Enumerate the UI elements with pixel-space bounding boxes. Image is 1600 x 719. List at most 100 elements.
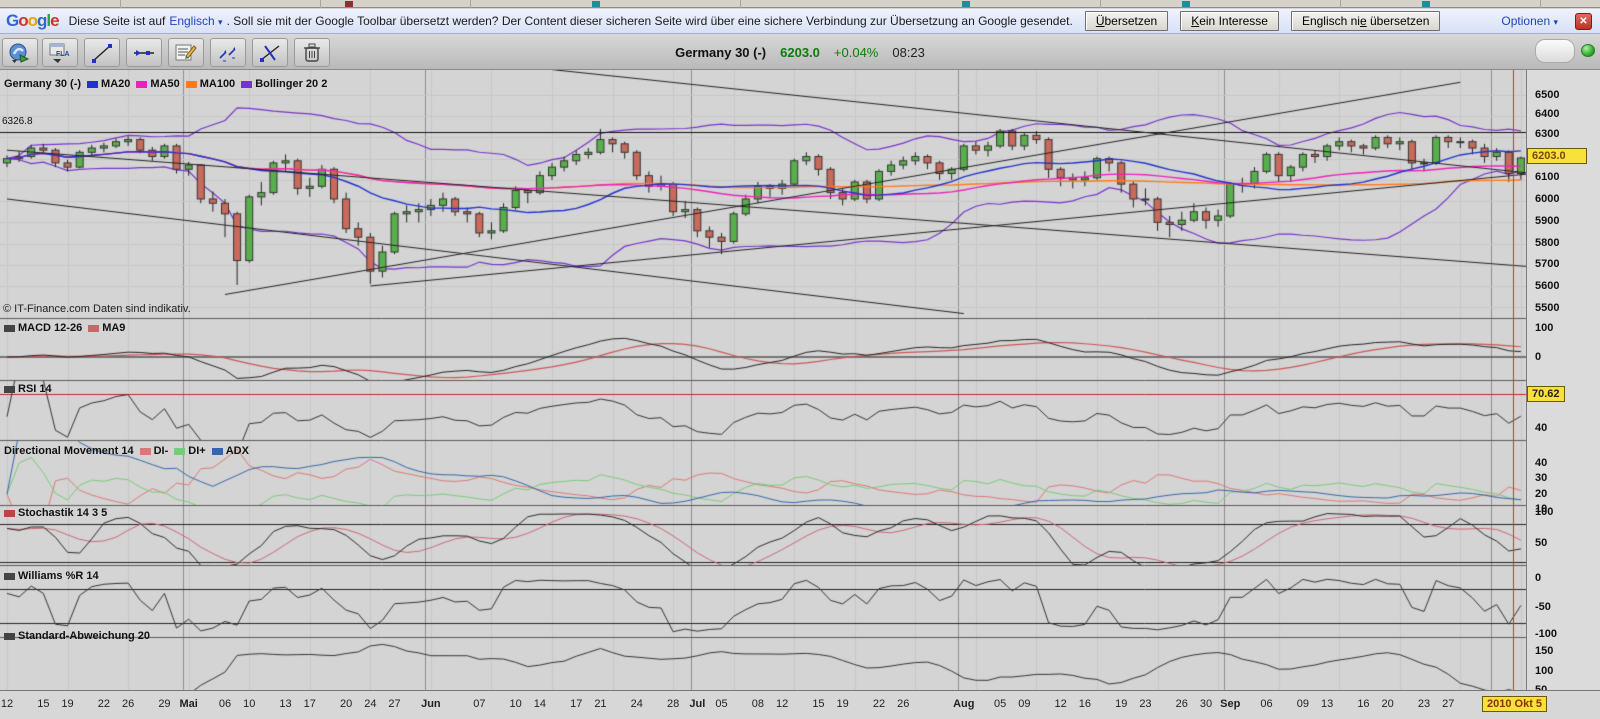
date-tick-label: 07 (473, 698, 485, 710)
axis-tick-label: 5900 (1535, 214, 1559, 228)
edit-objects-button[interactable] (168, 38, 204, 67)
price-change: +0.04% (834, 45, 878, 60)
zigzag-tool-button[interactable] (210, 38, 246, 67)
chrome-icon (345, 1, 353, 7)
legend-ma20: MA20 (87, 78, 130, 90)
legend-bollinger: Bollinger 20 2 (241, 78, 327, 90)
legend-ma50: MA50 (136, 78, 179, 90)
translate-message: . Soll sie mit der Google Toolbar überse… (227, 14, 1073, 28)
date-tick-label: 27 (1442, 698, 1454, 710)
chrome-divider (1540, 0, 1541, 8)
date-tick-label: 20 (340, 698, 352, 710)
di-minus-swatch (140, 448, 151, 455)
date-tick-label: 08 (752, 698, 764, 710)
date-tick-label: 28 (667, 698, 679, 710)
date-tick-label: 06 (219, 698, 231, 710)
stoch-panel-legend: Stochastik 14 3 5 (4, 507, 107, 519)
date-tick-label: 05 (994, 698, 1006, 710)
di-minus-label: DI- (140, 445, 169, 457)
copyright-note: © IT-Finance.com Daten sind indikativ. (3, 303, 191, 315)
current-date-badge: 2010 Okt 5 (1482, 696, 1547, 712)
axis-tick-label: 30 (1535, 471, 1547, 485)
date-tick-label: 27 (388, 698, 400, 710)
rsi-swatch (4, 386, 15, 393)
translate-button[interactable]: Übersetzen (1085, 11, 1168, 31)
date-tick-label: 22 (98, 698, 110, 710)
chrome-divider (1100, 0, 1101, 8)
axis-tick-label: 50 (1535, 536, 1547, 550)
chrome-icon (1422, 1, 1430, 7)
bollinger-swatch (241, 81, 252, 88)
never-translate-button[interactable]: Englisch nie übersetzen (1291, 11, 1440, 31)
trendline-tool-button[interactable] (84, 38, 120, 67)
axis-tick-label: 5600 (1535, 279, 1559, 293)
axis-tick-label: -50 (1535, 600, 1551, 614)
chrome-icon (592, 1, 600, 7)
edit-list-icon (173, 42, 199, 64)
ma20-swatch (87, 81, 98, 88)
date-tick-label: 26 (897, 698, 909, 710)
date-tick-label: 15 (812, 698, 824, 710)
language-dropdown[interactable]: Englisch ▾ (169, 14, 222, 28)
date-tick-label: 16 (1079, 698, 1091, 710)
di-plus-swatch (174, 448, 185, 455)
date-tick-label: 12 (776, 698, 788, 710)
axis-tick-label: 5800 (1535, 236, 1559, 250)
application-window: Google Diese Seite ist auf Englisch ▾ . … (0, 0, 1600, 719)
stddev-swatch (4, 633, 15, 640)
adx-swatch (212, 448, 223, 455)
quote-time: 08:23 (892, 45, 925, 60)
no-interest-button[interactable]: Kein Interesse (1180, 11, 1279, 31)
axis-tick-label: 20 (1535, 487, 1547, 501)
horizontal-line-tool-button[interactable] (126, 38, 162, 67)
trendline-icon (90, 42, 114, 64)
date-tick-label: 16 (1357, 698, 1369, 710)
date-tick-label: 09 (1018, 698, 1030, 710)
axis-tick-label: 0 (1535, 571, 1541, 585)
resistance-level-label: 6326.8 (2, 116, 33, 127)
date-axis[interactable]: 2010 Okt 5 121519222629Mai06101317202427… (0, 690, 1600, 719)
toolbar-slot (1535, 39, 1575, 63)
axis-tick-label: 0 (1535, 350, 1541, 364)
chrome-icon (962, 1, 970, 7)
date-tick-label: 05 (715, 698, 727, 710)
ma100-swatch (186, 81, 197, 88)
close-toolbar-button[interactable]: ✕ (1575, 13, 1592, 30)
chart-canvas[interactable] (0, 70, 1526, 690)
options-dropdown[interactable]: Optionen ▾ (1501, 14, 1558, 28)
axis-tick-label: 5700 (1535, 257, 1559, 271)
axis-tick-label: 40 (1535, 421, 1547, 435)
axis-tick-label: 150 (1535, 644, 1553, 658)
date-tick-label: 15 (37, 698, 49, 710)
price-panel-legend: Germany 30 (-) MA20 MA50 MA100 Bollinger… (4, 78, 327, 90)
axis-tick-label: 6100 (1535, 170, 1559, 184)
translate-message-prefix: Diese Seite ist auf (69, 14, 166, 28)
trash-icon (302, 42, 322, 64)
williams-title: Williams %R 14 (4, 570, 99, 582)
date-tick-label: 17 (304, 698, 316, 710)
workspace-fla-icon: FLA (47, 42, 73, 64)
axis-tick-label: 100 (1535, 505, 1553, 519)
chevron-down-icon: ▾ (1553, 17, 1558, 27)
di-plus-label: DI+ (174, 445, 205, 457)
chart-mode-button[interactable] (2, 38, 38, 67)
date-tick-label: 12 (1, 698, 13, 710)
date-tick-label: 17 (570, 698, 582, 710)
date-tick-label: 29 (158, 698, 170, 710)
date-tick-label: 14 (534, 698, 546, 710)
chrome-divider (740, 0, 741, 8)
date-tick-label: 12 (1055, 698, 1067, 710)
dm-panel-legend: Directional Movement 14 DI- DI+ ADX (4, 445, 249, 457)
axis-tick-label: 100 (1535, 321, 1553, 335)
axis-tick-label: 6300 (1535, 127, 1559, 141)
workspace-button[interactable]: FLA (42, 38, 78, 67)
last-price-badge: 6203.0 (1527, 148, 1587, 164)
rsi-panel-legend: RSI 14 (4, 383, 52, 395)
zigzag-arrows-icon (216, 42, 240, 64)
delete-line-tool-button[interactable] (252, 38, 288, 67)
axis-tick-label: 5500 (1535, 301, 1559, 315)
stddev-title: Standard-Abweichung 20 (4, 630, 150, 642)
date-tick-label: 19 (837, 698, 849, 710)
delete-all-button[interactable] (294, 38, 330, 67)
williams-swatch (4, 573, 15, 580)
